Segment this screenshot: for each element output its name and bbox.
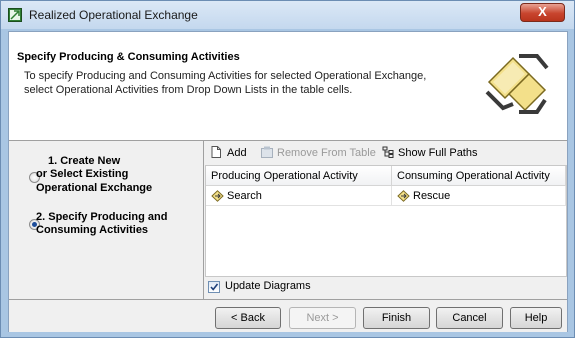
- wizard-header: Specify Producing & Consuming Activities…: [9, 32, 567, 141]
- operational-activity-icon: [397, 190, 410, 202]
- remove-table-icon[interactable]: [261, 146, 273, 158]
- finish-button[interactable]: Finish: [363, 307, 430, 329]
- close-button[interactable]: X: [520, 3, 565, 22]
- step-1-line-2: or Select Existing: [36, 168, 129, 180]
- main-panel: Add Remove From Table Show Full Paths Pr…: [204, 141, 567, 299]
- title-bar[interactable]: Realized Operational Exchange X: [1, 1, 574, 29]
- dialog-window: Realized Operational Exchange X Specify …: [0, 0, 575, 338]
- column-producing[interactable]: Producing Operational Activity: [206, 166, 392, 186]
- update-diagrams-checkbox[interactable]: [208, 281, 220, 293]
- step-1-line-1: 1. Create New: [48, 155, 121, 167]
- remove-from-table-button[interactable]: Remove From Table: [277, 147, 376, 159]
- description-line-1: To specify Producing and Consuming Activ…: [24, 70, 427, 82]
- back-button[interactable]: < Back: [215, 307, 281, 329]
- page-title: Specify Producing & Consuming Activities: [17, 51, 240, 63]
- step-2-line-1: 2. Specify Producing and: [36, 211, 168, 223]
- diagram-icon: [8, 8, 22, 22]
- wizard-steps: 1. Create New or Select Existing Operati…: [9, 141, 204, 299]
- add-button[interactable]: Add: [227, 147, 247, 159]
- cancel-button[interactable]: Cancel: [436, 307, 503, 329]
- activities-table: Producing Operational Activity Consuming…: [205, 165, 567, 277]
- description-line-2: select Operational Activities from Drop …: [24, 84, 353, 96]
- operational-activity-icon: [211, 190, 224, 202]
- help-button[interactable]: Help: [510, 307, 562, 329]
- new-document-icon[interactable]: [210, 146, 222, 158]
- window-title: Realized Operational Exchange: [29, 8, 198, 22]
- page-description: To specify Producing and Consuming Activ…: [24, 69, 464, 97]
- consuming-activity-value: Rescue: [413, 190, 451, 202]
- cell-producing-activity[interactable]: Search: [206, 186, 392, 206]
- checkmark-icon: [210, 283, 219, 291]
- producing-activity-value: Search: [227, 190, 262, 202]
- show-full-paths-button[interactable]: Show Full Paths: [398, 147, 477, 159]
- exchange-graphic-icon: [485, 54, 549, 114]
- button-bar: < Back Next > Finish Cancel Help: [9, 299, 567, 332]
- step-1-line-3: Operational Exchange: [36, 182, 153, 194]
- tree-paths-icon[interactable]: [382, 146, 394, 158]
- table-toolbar: Add Remove From Table Show Full Paths: [204, 141, 567, 165]
- next-button[interactable]: Next >: [289, 307, 356, 329]
- step-2-line-2: Consuming Activities: [36, 224, 149, 236]
- cell-consuming-activity[interactable]: Rescue: [392, 186, 566, 206]
- column-consuming[interactable]: Consuming Operational Activity: [392, 166, 566, 186]
- update-diagrams-label: Update Diagrams: [225, 280, 311, 292]
- dialog-body: Specify Producing & Consuming Activities…: [8, 31, 568, 332]
